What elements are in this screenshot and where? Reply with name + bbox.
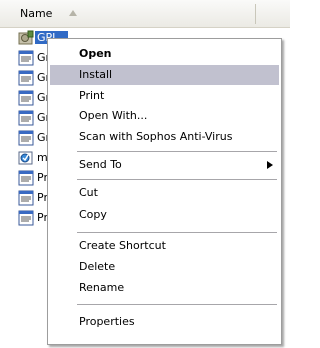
menu-item-delete[interactable]: Delete xyxy=(50,257,279,277)
menu-item-label: Create Shortcut xyxy=(79,239,166,252)
menu-item-label: Open xyxy=(79,47,112,60)
menu-item-open-with[interactable]: Open With... xyxy=(50,106,279,126)
menu-item-label: Properties xyxy=(79,315,135,328)
menu-item-label: Scan with Sophos Anti-Virus xyxy=(79,130,233,143)
menu-separator xyxy=(77,304,277,305)
column-divider[interactable] xyxy=(255,4,256,24)
menu-item-label: Open With... xyxy=(79,109,148,122)
document-icon xyxy=(18,70,34,86)
menu-item-label: Copy xyxy=(79,208,107,221)
submenu-arrow-icon xyxy=(267,161,273,169)
menu-item-cut[interactable]: Cut xyxy=(50,183,279,203)
menu-item-install[interactable]: Install xyxy=(50,65,279,85)
menu-item-rename[interactable]: Rename xyxy=(50,278,279,298)
document-icon xyxy=(18,190,34,206)
menu-item-label: Cut xyxy=(79,186,98,199)
menu-item-label: Print xyxy=(79,89,105,102)
menu-item-scan-sophos[interactable]: Scan with Sophos Anti-Virus xyxy=(50,127,279,147)
document-icon xyxy=(18,170,34,186)
document-icon xyxy=(18,130,34,146)
menu-separator xyxy=(77,232,277,233)
menu-item-open[interactable]: Open xyxy=(50,44,279,64)
menu-item-label: Install xyxy=(79,68,113,81)
installer-icon xyxy=(18,151,33,165)
column-header: Name xyxy=(0,0,290,28)
menu-item-properties[interactable]: Properties xyxy=(50,312,279,332)
menu-item-label: Delete xyxy=(79,260,116,273)
menu-item-label: Send To xyxy=(79,158,122,171)
menu-item-copy[interactable]: Copy xyxy=(50,205,279,225)
document-icon xyxy=(18,210,34,226)
document-icon xyxy=(18,110,34,126)
name-column-header[interactable]: Name xyxy=(20,7,52,20)
menu-separator xyxy=(77,151,277,152)
sort-ascending-icon xyxy=(69,10,77,16)
menu-item-create-shortcut[interactable]: Create Shortcut xyxy=(50,236,279,256)
context-menu: Open Install Print Open With... Scan wit… xyxy=(47,38,282,345)
menu-item-label: Rename xyxy=(79,281,125,294)
menu-item-send-to[interactable]: Send To xyxy=(50,155,279,175)
document-icon xyxy=(18,90,34,106)
document-icon xyxy=(18,50,34,66)
setup-icon xyxy=(18,30,34,45)
menu-separator xyxy=(77,179,277,180)
menu-item-print[interactable]: Print xyxy=(50,86,279,106)
